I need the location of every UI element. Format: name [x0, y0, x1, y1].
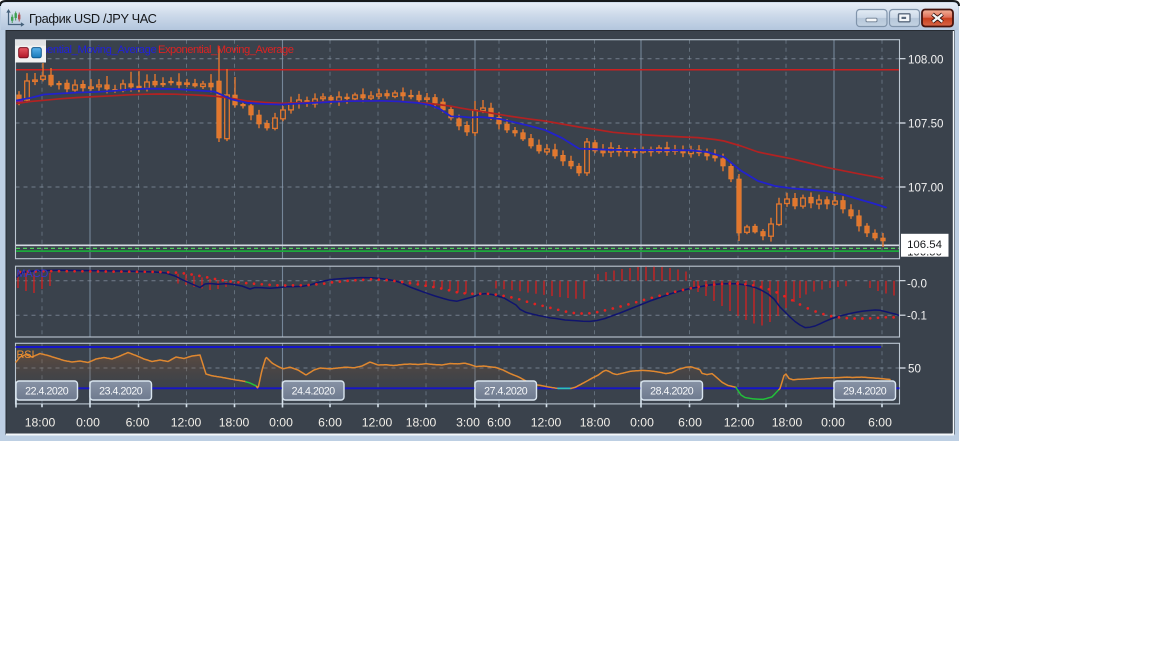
svg-text:-0.1: -0.1: [907, 310, 927, 323]
svg-text:18:00: 18:00: [772, 416, 803, 430]
svg-text:107.00: 107.00: [908, 181, 943, 194]
svg-text:108.00: 108.00: [908, 54, 943, 67]
svg-text:12:00: 12:00: [362, 416, 393, 430]
svg-text:107.50: 107.50: [908, 117, 943, 130]
svg-text:6:00: 6:00: [126, 416, 150, 430]
svg-text:6:00: 6:00: [868, 416, 892, 430]
svg-text:График USD /JPY ЧАС: График USD /JPY ЧАС: [29, 11, 157, 26]
svg-text:0:00: 0:00: [76, 416, 100, 430]
svg-text:Exponential_Moving_Average: Exponential_Moving_Average: [158, 44, 294, 56]
svg-text:0:00: 0:00: [630, 416, 654, 430]
svg-text:29.4.2020: 29.4.2020: [843, 386, 887, 398]
svg-text:12:00: 12:00: [531, 416, 562, 430]
svg-text:27.4.2020: 27.4.2020: [484, 386, 528, 398]
svg-text:RSI: RSI: [17, 349, 35, 361]
svg-text:50: 50: [908, 363, 921, 376]
svg-text:18:00: 18:00: [580, 416, 611, 430]
svg-text:23.4.2020: 23.4.2020: [99, 386, 143, 398]
svg-text:24.4.2020: 24.4.2020: [292, 386, 336, 398]
svg-text:6:00: 6:00: [487, 416, 511, 430]
svg-text:18:00: 18:00: [406, 416, 437, 430]
svg-text:6:00: 6:00: [678, 416, 702, 430]
svg-text:6:00: 6:00: [318, 416, 342, 430]
svg-text:12:00: 12:00: [171, 416, 202, 430]
svg-text:28.4.2020: 28.4.2020: [650, 386, 694, 398]
svg-text:0:00: 0:00: [821, 416, 845, 430]
svg-text:18:00: 18:00: [25, 416, 56, 430]
svg-text:106.54: 106.54: [907, 239, 942, 251]
svg-text:18:00: 18:00: [219, 416, 250, 430]
svg-text:12:00: 12:00: [724, 416, 755, 430]
svg-text:MACD: MACD: [17, 268, 49, 280]
svg-text:22.4.2020: 22.4.2020: [25, 386, 69, 398]
svg-text:3:00: 3:00: [456, 416, 480, 430]
svg-text:0:00: 0:00: [269, 416, 293, 430]
svg-text:-0.0: -0.0: [907, 277, 927, 290]
